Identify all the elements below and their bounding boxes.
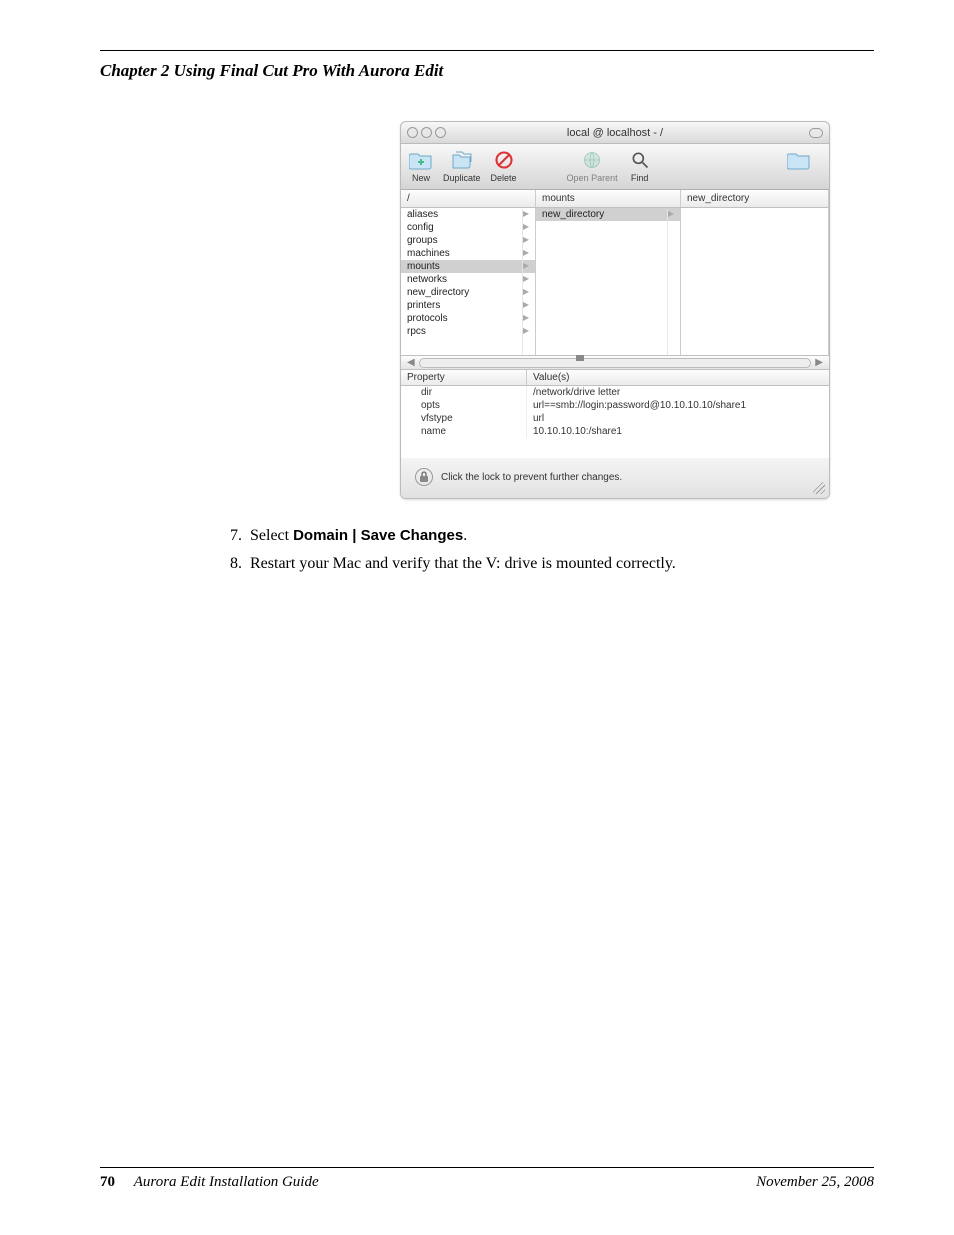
no-entry-icon [492, 148, 516, 172]
list-item[interactable]: new_directory▶ [536, 208, 680, 221]
scroll-right-icon[interactable]: ▶ [815, 357, 823, 368]
column-header-root[interactable]: / [401, 190, 536, 207]
list-item[interactable]: aliases▶ [401, 208, 535, 221]
lock-text: Click the lock to prevent further change… [441, 472, 622, 483]
list-item[interactable]: mounts▶ [401, 260, 535, 273]
scrollbar[interactable] [522, 209, 534, 355]
toolbar: New Duplicate Delete Open Parent Find [401, 144, 829, 190]
toolbar-label [798, 173, 801, 183]
step-text: Select Domain | Save Changes. [250, 527, 874, 545]
step-number: 7. [230, 527, 250, 545]
step-text: Restart your Mac and verify that the V: … [250, 555, 874, 573]
list-item[interactable]: networks▶ [401, 273, 535, 286]
column-header-newdir[interactable]: new_directory [681, 190, 829, 207]
scrollbar[interactable] [667, 209, 679, 355]
step-number: 8. [230, 555, 250, 573]
table-row[interactable]: vfstypeurl [401, 412, 829, 425]
resize-handle-icon[interactable] [813, 482, 825, 494]
toolbar-label: Open Parent [567, 173, 618, 183]
list-item[interactable]: printers▶ [401, 299, 535, 312]
property-header-key[interactable]: Property [401, 370, 527, 385]
table-row[interactable]: name10.10.10.10:/share1 [401, 425, 829, 438]
horizontal-scrollbar[interactable]: ◀ ▶ [401, 356, 829, 370]
column-browser: aliases▶ config▶ groups▶ machines▶ mount… [401, 208, 829, 356]
magnifier-icon [628, 148, 652, 172]
duplicate-button[interactable]: Duplicate [443, 148, 481, 183]
page-top-rule [100, 50, 874, 51]
chapter-heading: Chapter 2 Using Final Cut Pro With Auror… [100, 61, 874, 81]
list-item[interactable]: groups▶ [401, 234, 535, 247]
table-row[interactable]: dir/network/drive letter [401, 386, 829, 399]
lock-icon[interactable] [415, 468, 433, 486]
toolbar-label: Delete [491, 173, 517, 183]
page-footer: 70 Aurora Edit Installation Guide Novemb… [100, 1167, 874, 1191]
folder-plus-icon [409, 148, 433, 172]
toolbar-label: New [412, 173, 430, 183]
window-title: local @ localhost - / [401, 127, 829, 139]
browser-column-2[interactable]: new_directory▶ [536, 208, 681, 355]
column-header-mounts[interactable]: mounts [536, 190, 681, 207]
find-button[interactable]: Find [628, 148, 652, 183]
list-item[interactable]: config▶ [401, 221, 535, 234]
browser-column-1[interactable]: aliases▶ config▶ groups▶ machines▶ mount… [401, 208, 536, 355]
delete-button[interactable]: Delete [491, 148, 517, 183]
scroll-left-icon[interactable]: ◀ [407, 357, 415, 368]
step-7: 7. Select Domain | Save Changes. [230, 527, 874, 545]
page-number: 70 [100, 1174, 115, 1190]
folder-duplicate-icon [450, 148, 474, 172]
list-item[interactable]: new_directory▶ [401, 286, 535, 299]
table-row[interactable]: optsurl==smb://login:password@10.10.10.1… [401, 399, 829, 412]
browser-column-headers: / mounts new_directory [401, 190, 829, 208]
footer-guide-title: Aurora Edit Installation Guide [134, 1174, 319, 1190]
new-button[interactable]: New [409, 148, 433, 183]
domain-folder-button[interactable] [787, 148, 811, 183]
list-item[interactable]: protocols▶ [401, 312, 535, 325]
property-table-header: Property Value(s) [401, 370, 829, 386]
property-table: dir/network/drive letter optsurl==smb://… [401, 386, 829, 458]
open-parent-button[interactable]: Open Parent [567, 148, 618, 183]
toolbar-label: Duplicate [443, 173, 481, 183]
globe-up-icon [580, 148, 604, 172]
browser-column-3[interactable] [681, 208, 829, 355]
list-item[interactable]: rpcs▶ [401, 325, 535, 338]
toolbar-label: Find [631, 173, 649, 183]
property-header-value[interactable]: Value(s) [527, 370, 576, 385]
folder-icon [787, 148, 811, 172]
window-titlebar: local @ localhost - / [401, 122, 829, 144]
footer-date: November 25, 2008 [756, 1174, 874, 1191]
netinfo-window: local @ localhost - / New Duplicate Dele… [400, 121, 830, 499]
list-item[interactable]: machines▶ [401, 247, 535, 260]
lock-row: Click the lock to prevent further change… [401, 458, 829, 498]
instruction-steps: 7. Select Domain | Save Changes. 8. Rest… [230, 527, 874, 573]
step-8: 8. Restart your Mac and verify that the … [230, 555, 874, 573]
